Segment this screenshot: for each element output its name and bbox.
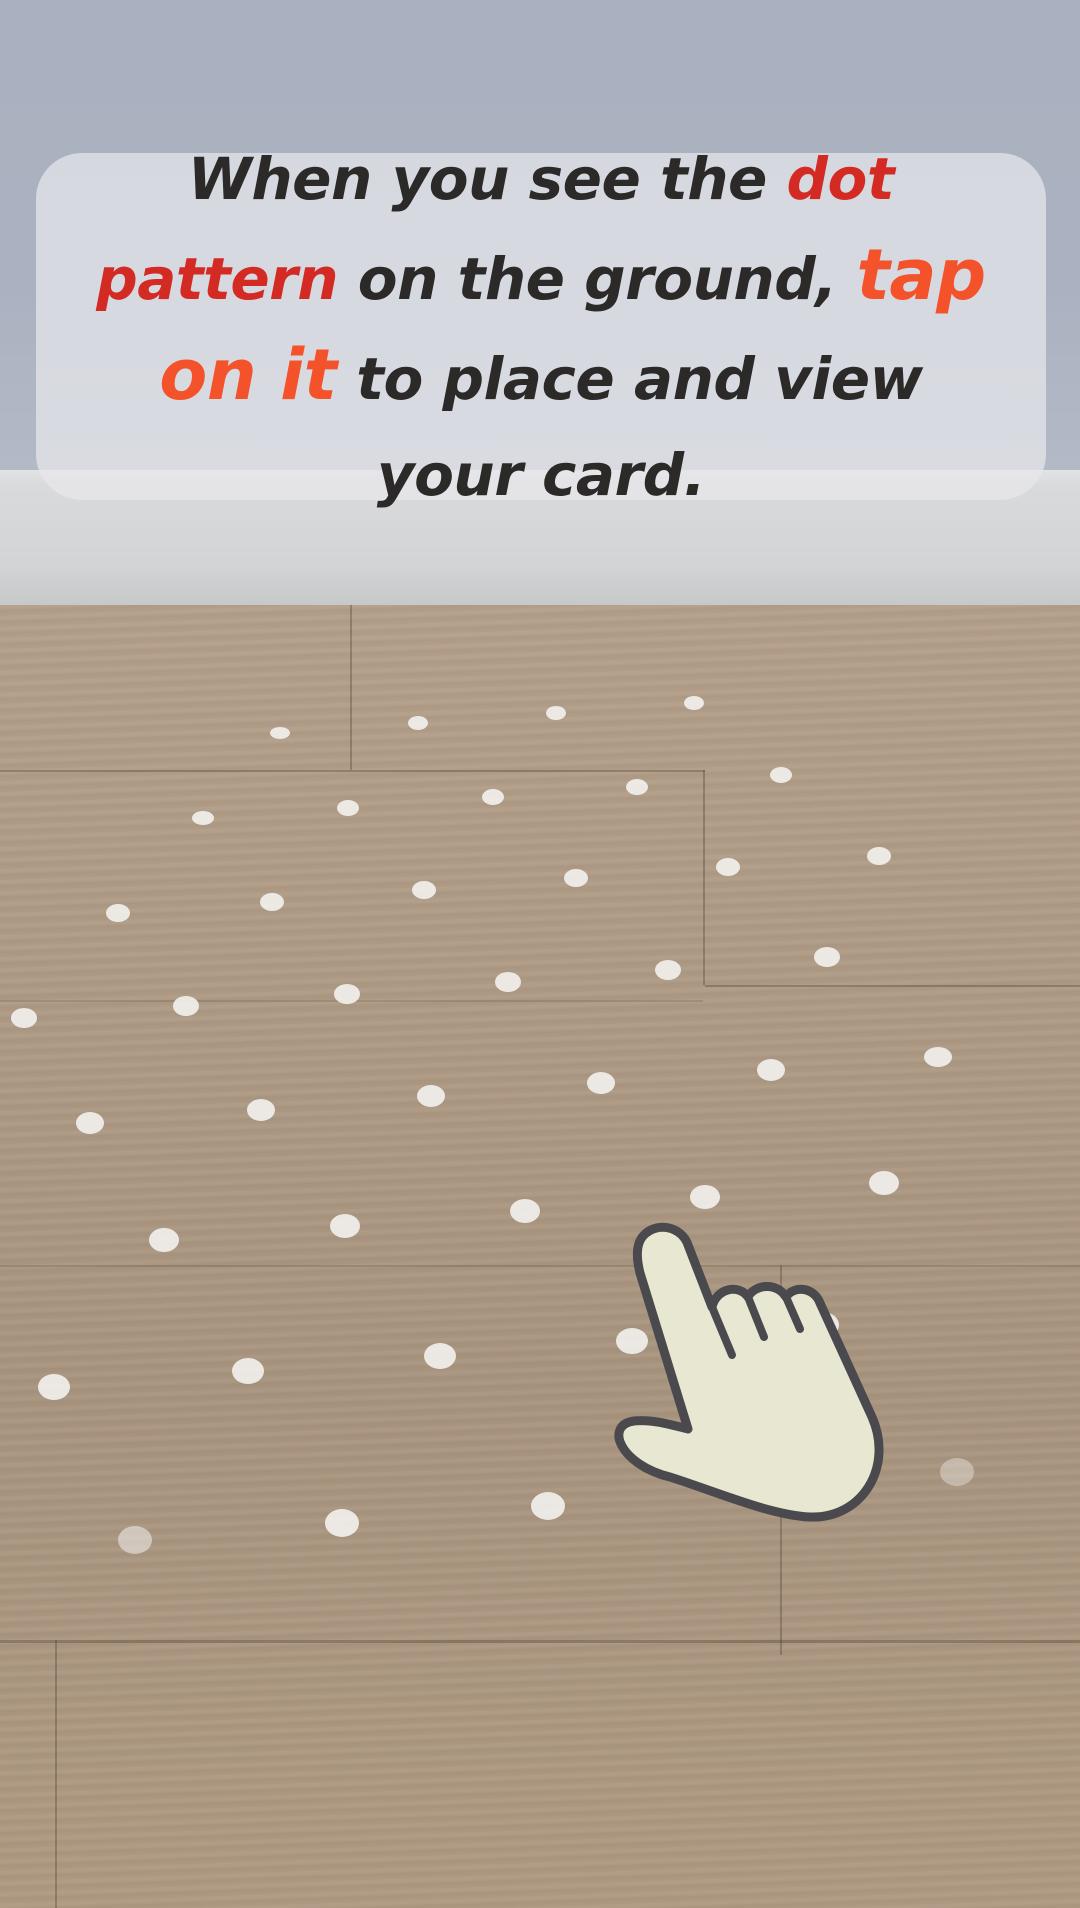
instruction-text: When you see the dot pattern on the grou… [86,131,996,523]
instruction-part2: on the ground, [338,244,857,313]
instruction-part3: to place and view your card. [336,344,923,509]
instruction-banner: When you see the dot pattern on the grou… [36,145,1046,509]
instruction-part1: When you see the [187,144,787,213]
tap-hand-icon [614,1222,884,1522]
